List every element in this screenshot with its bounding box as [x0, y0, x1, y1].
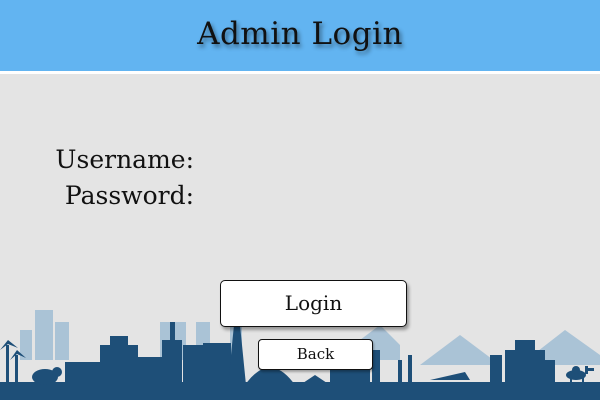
back-button[interactable]: Back — [258, 339, 373, 370]
password-field[interactable] — [200, 181, 454, 211]
username-label: Username: — [55, 145, 194, 174]
header-bar: Admin Login — [0, 0, 600, 74]
password-label: Password: — [64, 181, 194, 210]
page-title: Admin Login — [197, 16, 403, 52]
username-field[interactable] — [200, 145, 454, 175]
login-button[interactable]: Login — [220, 280, 407, 327]
